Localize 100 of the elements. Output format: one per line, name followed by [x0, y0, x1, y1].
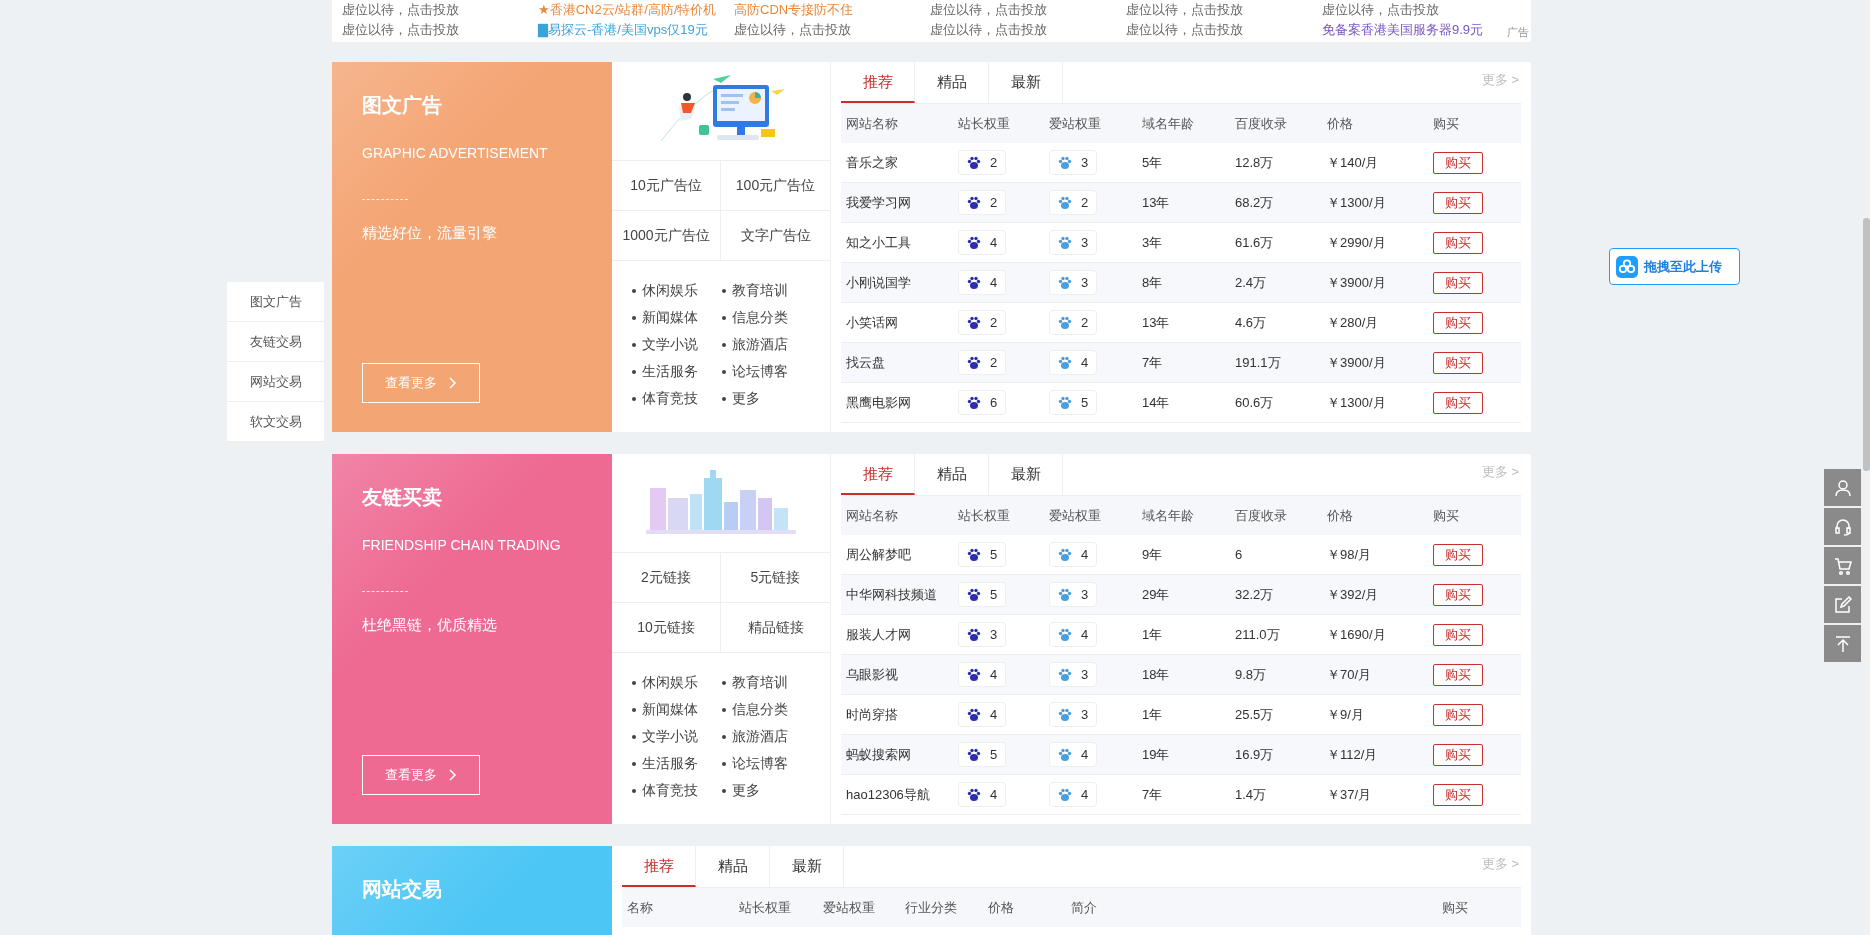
buy-button[interactable]: 购买 — [1433, 743, 1483, 766]
side-nav-item[interactable]: 图文广告 — [227, 282, 324, 322]
side-nav-item[interactable]: 软文交易 — [227, 402, 324, 442]
price-option[interactable]: 精品链接 — [721, 603, 830, 653]
table-cell-text: 61.6万 — [1234, 233, 1275, 252]
category-link[interactable]: 休闲娱乐 — [632, 669, 722, 696]
price-option[interactable]: 10元广告位 — [612, 161, 721, 211]
category-link[interactable]: 生活服务 — [632, 750, 722, 777]
buy-button[interactable]: 购买 — [1433, 391, 1483, 414]
table-cell-text: 1.4万 — [1234, 785, 1268, 804]
side-nav-item[interactable]: 友链交易 — [227, 322, 324, 362]
ad-link[interactable]: 虚位以待，点击投放 — [342, 20, 459, 40]
category-link[interactable]: 文学小说 — [632, 723, 722, 750]
ad-link[interactable]: 虚位以待，点击投放 — [734, 20, 851, 40]
category-link[interactable]: 文学小说 — [632, 331, 722, 358]
tab[interactable]: 精品 — [915, 454, 989, 495]
category-link[interactable]: 体育竞技 — [632, 385, 722, 412]
weight-badge: 2 — [958, 150, 1007, 175]
table-cell-text: 1年 — [1141, 625, 1164, 644]
side-nav-item[interactable]: 网站交易 — [227, 362, 324, 402]
user-icon[interactable] — [1824, 469, 1861, 506]
category-link[interactable]: 更多 — [722, 385, 812, 412]
edit-icon[interactable] — [1824, 586, 1861, 623]
back-to-top-icon[interactable] — [1824, 625, 1861, 662]
category-link[interactable]: 论坛博客 — [722, 750, 812, 777]
price-option[interactable]: 100元广告位 — [721, 161, 830, 211]
tab[interactable]: 精品 — [915, 62, 989, 103]
category-link[interactable]: 休闲娱乐 — [632, 277, 722, 304]
tab[interactable]: 最新 — [989, 62, 1063, 103]
buy-button[interactable]: 购买 — [1433, 583, 1483, 606]
column-header: 站长权重 — [957, 506, 1011, 525]
ad-link[interactable]: 虚位以待，点击投放 — [342, 0, 459, 20]
category-link[interactable]: 旅游酒店 — [722, 331, 812, 358]
tab[interactable]: 精品 — [696, 846, 770, 887]
buy-button[interactable]: 购买 — [1433, 271, 1483, 294]
price-option[interactable]: 文字广告位 — [721, 211, 830, 261]
buy-button[interactable]: 购买 — [1433, 783, 1483, 806]
category-link[interactable]: 教育培训 — [722, 669, 812, 696]
weight-badge: 4 — [1049, 622, 1098, 647]
category-link[interactable]: 体育竞技 — [632, 777, 722, 804]
table-cell-text: 时尚穿搭 — [845, 705, 899, 724]
weight-badge: 2 — [958, 190, 1007, 215]
category-link[interactable]: 新闻媒体 — [632, 696, 722, 723]
section-title: 图文广告 — [362, 93, 443, 118]
paw-icon — [1058, 587, 1072, 602]
bullet-icon — [632, 734, 636, 739]
weight-badge: 4 — [958, 702, 1007, 727]
category-link[interactable]: 生活服务 — [632, 358, 722, 385]
column-header: 百度收录 — [1234, 114, 1288, 133]
ad-link[interactable]: 虚位以待，点击投放 — [930, 0, 1047, 20]
cloud-icon — [1616, 255, 1638, 278]
category-link[interactable]: 教育培训 — [722, 277, 812, 304]
price-option[interactable]: 10元链接 — [612, 603, 721, 653]
column-header: 简介 — [1070, 898, 1098, 917]
paw-icon — [1058, 155, 1072, 170]
buy-button[interactable]: 购买 — [1433, 311, 1483, 334]
table-cell-text: ￥37/月 — [1326, 785, 1373, 804]
bullet-icon — [722, 761, 726, 766]
weight-badge: 4 — [1049, 542, 1098, 567]
upload-button[interactable]: 拖拽至此上传 — [1609, 248, 1740, 285]
category-link[interactable]: 更多 — [722, 777, 812, 804]
tab[interactable]: 最新 — [989, 454, 1063, 495]
category-link[interactable]: 信息分类 — [722, 304, 812, 331]
table-cell-text: 211.0万 — [1234, 625, 1281, 644]
ad-link[interactable]: 虚位以待，点击投放 — [930, 20, 1047, 40]
price-option[interactable]: 1000元广告位 — [612, 211, 721, 261]
column-header: 购买 — [1432, 114, 1460, 133]
category-link[interactable]: 论坛博客 — [722, 358, 812, 385]
ad-link[interactable]: 虚位以待，点击投放 — [1126, 0, 1243, 20]
scrollbar-thumb[interactable] — [1863, 218, 1870, 471]
ad-link[interactable]: 虚位以待，点击投放 — [1322, 0, 1439, 20]
buy-button[interactable]: 购买 — [1433, 663, 1483, 686]
price-option[interactable]: 2元链接 — [612, 553, 721, 603]
category-link[interactable]: 信息分类 — [722, 696, 812, 723]
bullet-icon — [632, 396, 636, 401]
table-cell-text: 7年 — [1141, 353, 1164, 372]
tab[interactable]: 最新 — [770, 846, 844, 887]
table-cell-text: 1年 — [1141, 705, 1164, 724]
weight-badge: 6 — [958, 390, 1007, 415]
paw-icon — [967, 667, 981, 682]
buy-button[interactable]: 购买 — [1433, 351, 1483, 374]
table-cell-text: 音乐之家 — [845, 153, 899, 172]
cart-icon[interactable] — [1824, 547, 1861, 584]
ad-link[interactable]: 虚位以待，点击投放 — [1126, 20, 1243, 40]
buy-button[interactable]: 购买 — [1433, 231, 1483, 254]
buy-button[interactable]: 购买 — [1433, 703, 1483, 726]
buy-button[interactable]: 购买 — [1433, 191, 1483, 214]
bullet-icon — [632, 761, 636, 766]
buy-button[interactable]: 购买 — [1433, 543, 1483, 566]
headset-icon[interactable] — [1824, 508, 1861, 545]
buy-button[interactable]: 购买 — [1433, 151, 1483, 174]
price-option[interactable]: 5元链接 — [721, 553, 830, 603]
category-link[interactable]: 新闻媒体 — [632, 304, 722, 331]
chevron-right-icon — [449, 377, 457, 389]
category-link[interactable]: 旅游酒店 — [722, 723, 812, 750]
column-header: 名称 — [626, 898, 654, 917]
column-header: 百度收录 — [1234, 506, 1288, 525]
buy-button[interactable]: 购买 — [1433, 623, 1483, 646]
table-cell-text: ￥2990/月 — [1326, 233, 1387, 252]
ad-link[interactable]: 免备案香港美国服务器9.9元 — [1322, 20, 1484, 40]
